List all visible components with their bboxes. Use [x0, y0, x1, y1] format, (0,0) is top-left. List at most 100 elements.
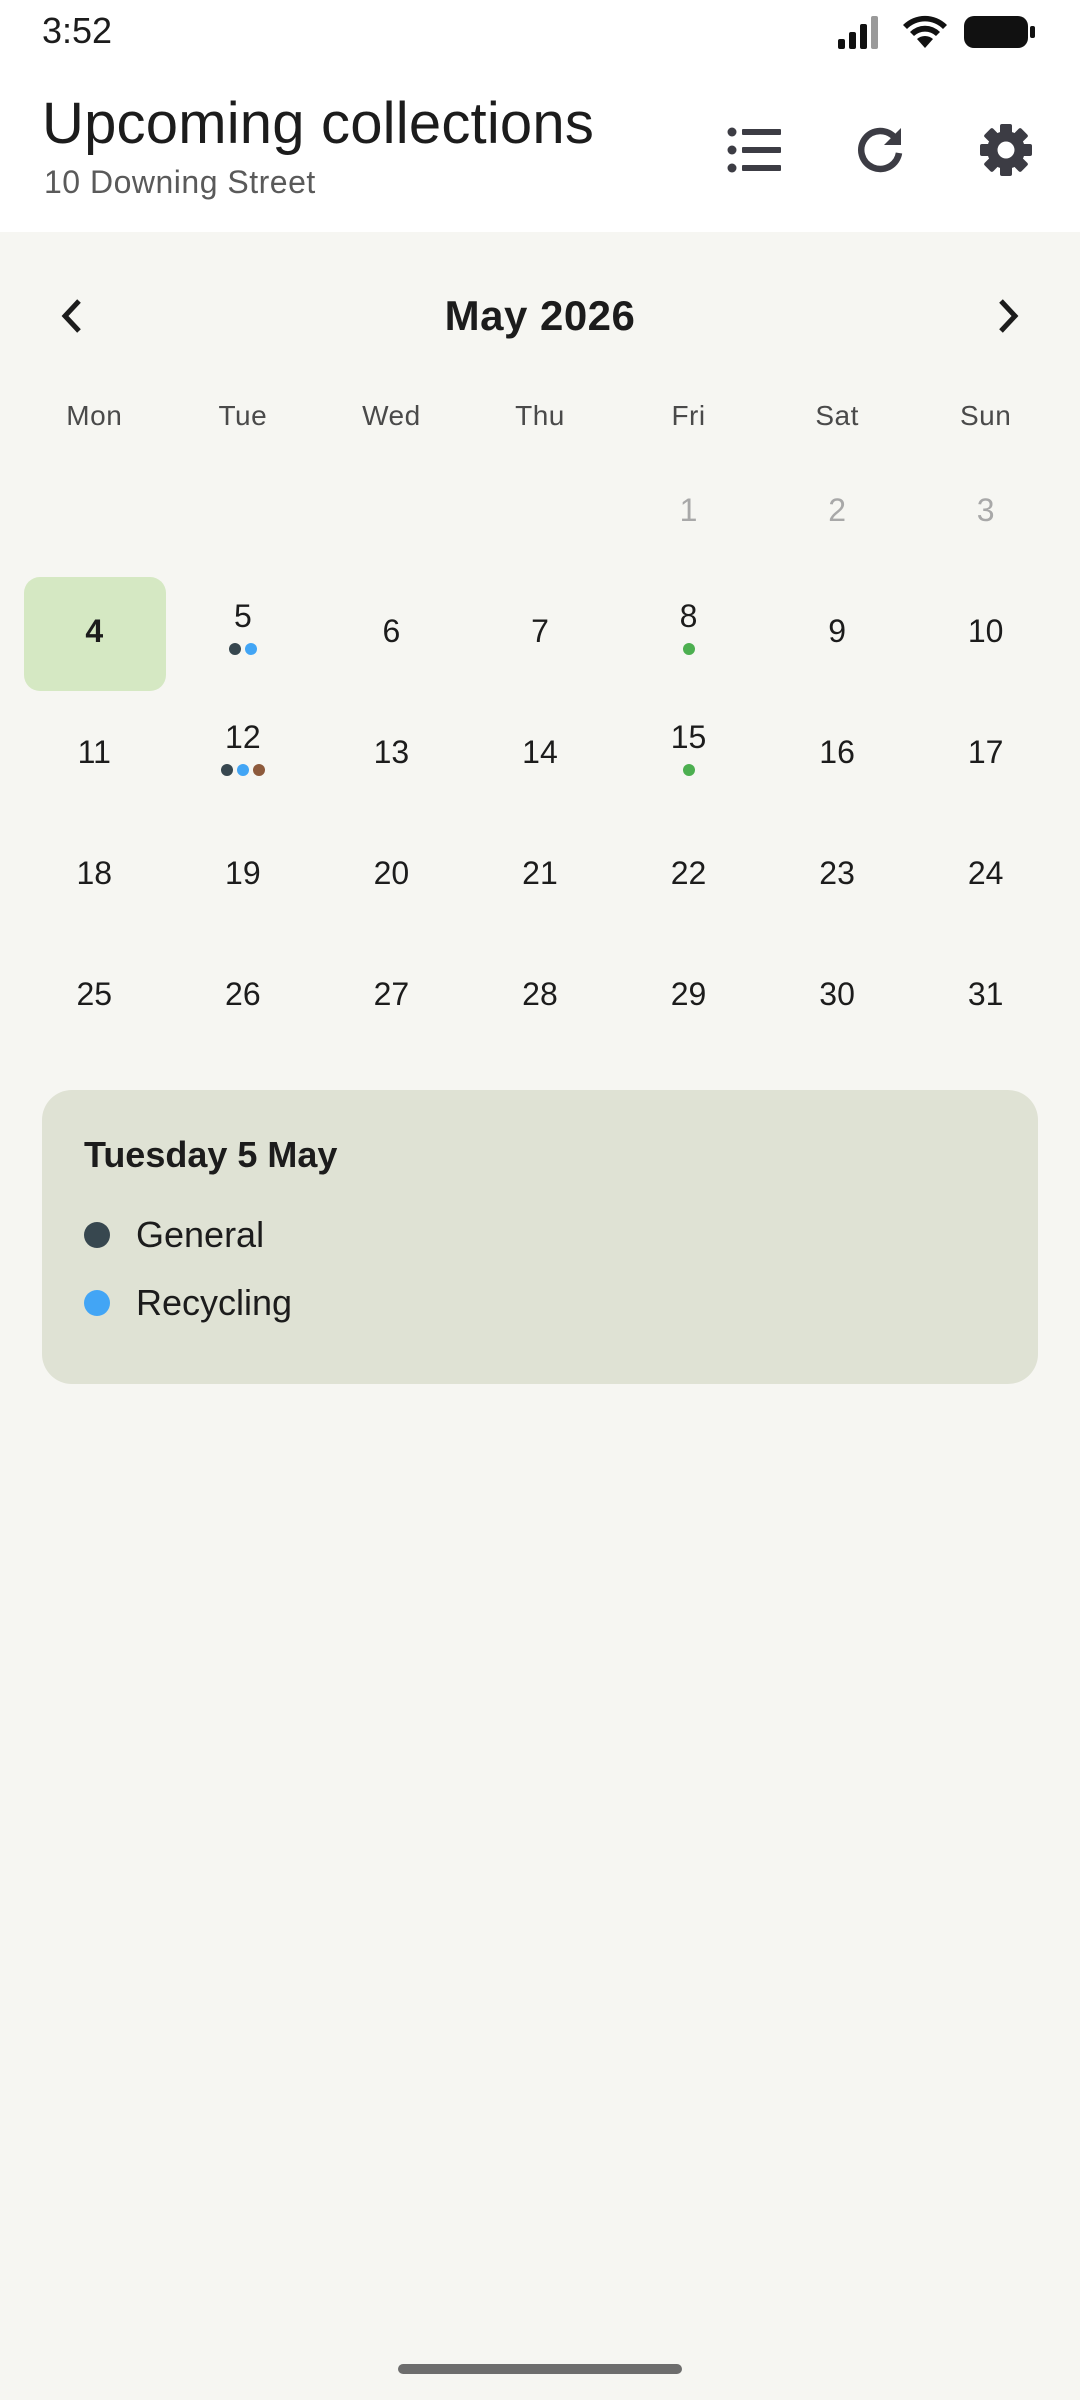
weekday-header-row: Mon Tue Wed Thu Fri Sat Sun: [20, 400, 1060, 440]
weekday-label: Mon: [66, 400, 123, 431]
day-cell-30[interactable]: 30: [763, 934, 912, 1055]
day-cell-20[interactable]: 20: [317, 813, 466, 934]
day-number: 25: [76, 976, 113, 1012]
day-cell-2[interactable]: 2: [763, 450, 912, 571]
list-icon: [727, 127, 781, 173]
next-month-button[interactable]: [972, 280, 1044, 352]
weekday-label: Sun: [959, 400, 1012, 431]
day-number: 8: [679, 598, 698, 634]
collection-dots: [682, 643, 695, 655]
day-cell-1[interactable]: 1: [614, 450, 763, 571]
collection-dot: [244, 643, 257, 655]
day-cell-14[interactable]: 14: [466, 692, 615, 813]
day-cell-8[interactable]: 8: [614, 571, 763, 692]
day-cell-5[interactable]: 5: [169, 571, 318, 692]
day-number: 23: [819, 855, 855, 891]
day-number: 29: [670, 976, 707, 1012]
month-label: May 2026: [444, 292, 636, 339]
weekday-label: Sat: [815, 400, 859, 431]
day-number: 26: [225, 976, 261, 1012]
weekday-label: Thu: [515, 400, 565, 431]
day-number: 2: [828, 492, 846, 528]
day-cell-29[interactable]: 29: [614, 934, 763, 1055]
day-cell-9[interactable]: 9: [763, 571, 912, 692]
home-indicator[interactable]: [398, 2364, 682, 2374]
app-bar: Upcoming collections 10 Downing Street: [0, 62, 1080, 232]
refresh-button[interactable]: [842, 112, 918, 188]
status-icons: [838, 12, 1036, 52]
day-number: 13: [373, 734, 410, 770]
day-cell-6[interactable]: 6: [317, 571, 466, 692]
day-cell-10[interactable]: 10: [911, 571, 1060, 692]
day-cell-7[interactable]: 7: [466, 571, 615, 692]
day-number: 24: [967, 855, 1004, 891]
day-cell-18[interactable]: 18: [20, 813, 169, 934]
selected-day-title: Tuesday 5 May: [84, 1134, 338, 1175]
settings-button[interactable]: [968, 112, 1044, 188]
collection-entry: Recycling: [84, 1278, 292, 1328]
day-cell-11[interactable]: 11: [20, 692, 169, 813]
day-number: 31: [967, 976, 1004, 1012]
day-cell-19[interactable]: 19: [169, 813, 318, 934]
day-cell-17[interactable]: 17: [911, 692, 1060, 813]
weekday-label: Wed: [362, 400, 421, 431]
day-cell-3[interactable]: 3: [911, 450, 1060, 571]
day-number: 5: [233, 598, 252, 634]
day-number: 27: [373, 976, 410, 1012]
collection-dot: [220, 764, 233, 776]
status-time: 3:52: [42, 10, 113, 51]
day-number: 4: [85, 613, 104, 649]
day-cell-27[interactable]: 27: [317, 934, 466, 1055]
weekday-label: Tue: [218, 400, 268, 431]
day-number: 10: [967, 613, 1004, 649]
collection-dot: [682, 643, 695, 655]
cellular-signal-icon: [838, 16, 878, 49]
day-number: 15: [670, 719, 707, 755]
day-cell-25[interactable]: 25: [20, 934, 169, 1055]
day-number: 11: [77, 734, 111, 770]
day-number: 12: [225, 719, 261, 755]
day-cell-15[interactable]: 15: [614, 692, 763, 813]
page-title: Upcoming collections: [42, 91, 595, 156]
day-cell-13[interactable]: 13: [317, 692, 466, 813]
app-root: 3:52 Upcoming collections 10 Downing Str…: [0, 0, 1080, 2400]
day-number: 17: [967, 734, 1004, 770]
day-cell-21[interactable]: 21: [466, 813, 615, 934]
collection-type-label: General: [136, 1214, 265, 1255]
collection-entry: General: [84, 1210, 264, 1260]
day-cell-28[interactable]: 28: [466, 934, 615, 1055]
day-number: 9: [828, 613, 846, 649]
collection-dots: [682, 764, 695, 776]
empty-day-cell: [20, 450, 169, 571]
day-number: 21: [522, 855, 558, 891]
collection-dot: [682, 764, 695, 776]
selected-day-card: Tuesday 5 May General Recycling: [42, 1090, 1038, 1384]
day-number: 18: [76, 855, 113, 891]
empty-day-cell: [169, 450, 318, 571]
list-view-button[interactable]: [716, 112, 792, 188]
day-cell-12[interactable]: 12: [169, 692, 318, 813]
day-number: 3: [976, 492, 995, 528]
day-number: 19: [225, 855, 261, 891]
day-cell-31[interactable]: 31: [911, 934, 1060, 1055]
day-cell-16[interactable]: 16: [763, 692, 912, 813]
day-number: 6: [382, 613, 401, 649]
day-number: 1: [679, 492, 698, 528]
chevron-right-icon: [999, 299, 1019, 333]
day-cell-4[interactable]: 4: [20, 571, 169, 692]
day-number: 30: [819, 976, 855, 1012]
day-cell-24[interactable]: 24: [911, 813, 1060, 934]
address-subtitle: 10 Downing Street: [44, 164, 316, 200]
day-cell-23[interactable]: 23: [763, 813, 912, 934]
empty-day-cell: [317, 450, 466, 571]
collection-type-dot: [84, 1222, 110, 1248]
day-number: 20: [373, 855, 410, 891]
day-number: 7: [531, 613, 549, 649]
collection-type-dot: [84, 1290, 110, 1316]
day-cell-22[interactable]: 22: [614, 813, 763, 934]
calendar-header: May 2026: [0, 268, 1080, 364]
gear-icon: [980, 124, 1032, 176]
day-number: 14: [522, 734, 558, 770]
collection-dot: [236, 764, 249, 776]
day-cell-26[interactable]: 26: [169, 934, 318, 1055]
